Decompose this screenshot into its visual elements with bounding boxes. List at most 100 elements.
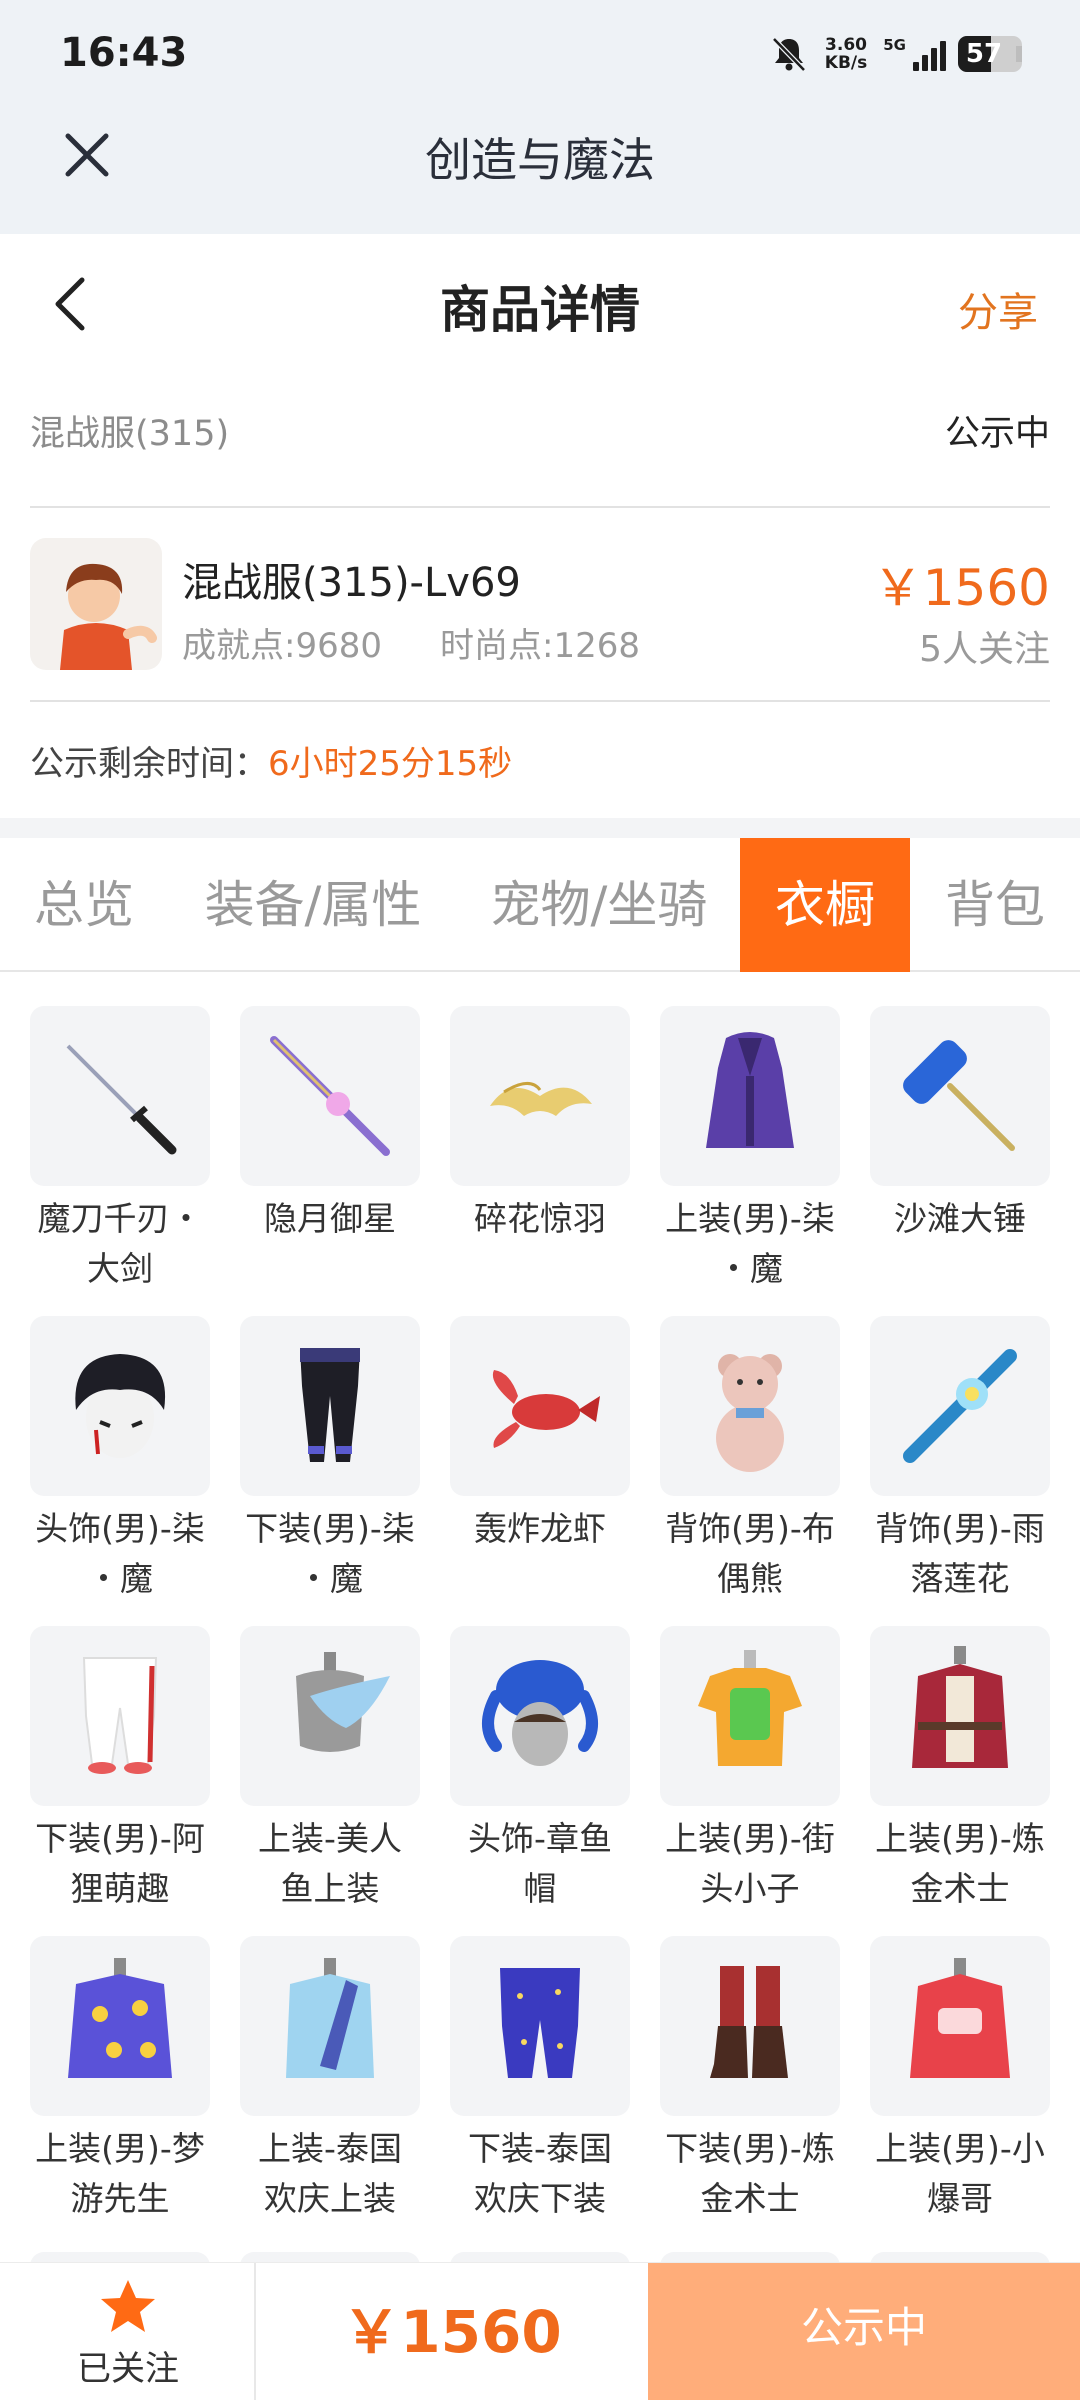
- status-button[interactable]: 公示中: [648, 2263, 1080, 2400]
- wardrobe-item[interactable]: 魔刀千刃・ 大剑: [30, 1006, 210, 1298]
- wardrobe-item-label-line: 偶熊: [717, 1559, 783, 1598]
- wardrobe-item-label: 上装-泰国 欢庆上装: [224, 2124, 436, 2224]
- section-gap: [0, 818, 1080, 838]
- remaining-time: 公示剩余时间：6小时25分15秒: [30, 736, 512, 785]
- wardrobe-item-label: 上装(男)-梦 游先生: [14, 2124, 226, 2224]
- thai-top-icon: [240, 1936, 420, 2116]
- share-button[interactable]: 分享: [958, 280, 1038, 338]
- wardrobe-item-label: 轰炸龙虾: [434, 1504, 646, 1554]
- wardrobe-item[interactable]: 头饰(男)-柒 ・魔: [30, 1316, 210, 1608]
- wardrobe-item-label: 头饰-章鱼帽: [434, 1814, 646, 1914]
- wardrobe-item-label-line: 帽: [523, 1869, 557, 1908]
- wardrobe-item-label-line: 大剑: [87, 1249, 153, 1288]
- wardrobe-item[interactable]: 上装(男)-梦 游先生: [30, 1936, 210, 2228]
- wardrobe-item-label-line: 鱼上装: [280, 1869, 380, 1908]
- pajama-top-icon: [30, 1936, 210, 2116]
- remaining-time-value: 6小时25分15秒: [268, 744, 513, 784]
- network-speed-value: 3.60: [825, 35, 867, 55]
- follow-label: 已关注: [77, 2349, 179, 2389]
- wardrobe-item[interactable]: 碎花惊羽: [450, 1006, 630, 1298]
- tab-overview[interactable]: 总览: [0, 838, 168, 972]
- wardrobe-item-label-line: 游先生: [70, 2179, 170, 2218]
- wardrobe-item-label-line: 背饰(男)-布: [665, 1509, 835, 1548]
- dark-hair-icon: [30, 1316, 210, 1496]
- tab-equipment[interactable]: 装备/属性: [168, 838, 458, 972]
- wardrobe-item-label: 背饰(男)-布 偶熊: [644, 1504, 856, 1604]
- wardrobe-item[interactable]: 上装-泰国 欢庆上装: [240, 1936, 420, 2228]
- wardrobe-item-label-line: 金术士: [700, 2179, 800, 2218]
- bottom-price: ￥1560: [342, 2298, 562, 2366]
- wardrobe-item-label: 上装(男)-街 头小子: [644, 1814, 856, 1914]
- wardrobe-item-label-line: 狸萌趣: [70, 1869, 170, 1908]
- wardrobe-item-label: 上装(男)-柒 ・魔: [644, 1194, 856, 1294]
- follow-button[interactable]: 已关注: [0, 2263, 256, 2400]
- wardrobe-item[interactable]: 头饰-章鱼帽: [450, 1626, 630, 1918]
- wardrobe-item-label-line: 隐月御星: [264, 1199, 396, 1238]
- wardrobe-item-label-line: 沙滩大锤: [894, 1199, 1026, 1238]
- wardrobe-item[interactable]: 隐月御星: [240, 1006, 420, 1298]
- star-icon: [101, 2280, 155, 2332]
- status-indicators: 3.60 KB/s 5G 57: [769, 32, 1022, 76]
- wardrobe-item[interactable]: 上装(男)-柒 ・魔: [660, 1006, 840, 1298]
- wardrobe-item-label: 碎花惊羽: [434, 1194, 646, 1244]
- wardrobe-item-label: 隐月御星: [224, 1194, 436, 1244]
- white-pants-icon: [30, 1626, 210, 1806]
- wardrobe-item-label: 魔刀千刃・ 大剑: [14, 1194, 226, 1294]
- wardrobe-item-label-line: 下装(男)-阿: [35, 1819, 205, 1858]
- octopus-hat-icon: [450, 1626, 630, 1806]
- teddy-bear-icon: [660, 1316, 840, 1496]
- wardrobe-item-label: 下装(男)-阿 狸萌趣: [14, 1814, 226, 1914]
- follower-count: 5人关注: [919, 629, 1050, 670]
- tab-wardrobe[interactable]: 衣橱: [740, 838, 910, 972]
- listing-status: 公示中: [944, 413, 1050, 454]
- lotus-umbrella-icon: [870, 1316, 1050, 1496]
- wardrobe-item-label-line: 上装(男)-炼: [875, 1819, 1045, 1858]
- network-speed-unit: KB/s: [824, 53, 868, 73]
- wardrobe-item[interactable]: 上装(男)-炼 金术士: [870, 1626, 1050, 1918]
- wardrobe-item[interactable]: 背饰(男)-雨 落莲花: [870, 1316, 1050, 1608]
- bell-muted-icon: [771, 37, 806, 72]
- wardrobe-item[interactable]: 下装-泰国 欢庆下装: [450, 1936, 630, 2228]
- character-name: 混战服(315)-Lv69: [182, 560, 521, 606]
- wardrobe-item-label: 下装(男)-柒 ・魔: [224, 1504, 436, 1604]
- wardrobe-item[interactable]: 下装(男)-阿 狸萌趣: [30, 1626, 210, 1918]
- battery-icon: 57: [958, 36, 1022, 72]
- katana-icon: [30, 1006, 210, 1186]
- bottom-bar: 已关注 ￥1560 公示中: [0, 2262, 1080, 2400]
- wardrobe-item-label-line: 头小子: [700, 1869, 800, 1908]
- network-speed: 3.60 KB/s: [825, 36, 867, 72]
- network-type: 5G: [883, 36, 906, 54]
- wardrobe-item[interactable]: 轰炸龙虾: [450, 1316, 630, 1608]
- wardrobe-item[interactable]: 上装(男)-街 头小子: [660, 1626, 840, 1918]
- wardrobe-item[interactable]: 下装(男)-炼 金术士: [660, 1936, 840, 2228]
- divider: [30, 506, 1050, 508]
- purple-coat-icon: [660, 1006, 840, 1186]
- golden-wings-icon: [450, 1006, 630, 1186]
- wardrobe-item[interactable]: 沙滩大锤: [870, 1006, 1050, 1298]
- remaining-time-label: 公示剩余时间：: [30, 744, 268, 784]
- server-row: 混战服(315) 公示中: [30, 400, 1050, 460]
- wardrobe-item-label-line: 头饰-章鱼: [468, 1819, 612, 1858]
- tab-pets[interactable]: 宠物/坐骑: [458, 838, 740, 972]
- wardrobe-item[interactable]: 上装-美人 鱼上装: [240, 1626, 420, 1918]
- battery-level: 57: [965, 39, 1003, 69]
- wardrobe-item-label-line: 爆哥: [927, 2179, 993, 2218]
- wardrobe-item-label-line: 金术士: [910, 1869, 1010, 1908]
- red-hoodie-icon: [870, 1936, 1050, 2116]
- wardrobe-item[interactable]: 背饰(男)-布 偶熊: [660, 1316, 840, 1608]
- tab-backpack[interactable]: 背包: [910, 838, 1080, 972]
- character-summary[interactable]: 混战服(315)-Lv69 成就点:9680 时尚点:1268 ￥1560 5人…: [30, 530, 1050, 680]
- star-pants-icon: [450, 1936, 630, 2116]
- alchemist-coat-icon: [870, 1626, 1050, 1806]
- wardrobe-item-label-line: 上装(男)-梦: [35, 2129, 205, 2168]
- signal-indicator: 5G: [883, 37, 946, 71]
- status-time: 16:43: [60, 30, 188, 76]
- wardrobe-item-label-line: 欢庆下装: [474, 2179, 606, 2218]
- wardrobe-item-label-line: 上装(男)-柒: [665, 1199, 835, 1238]
- app-screen: 16:43 3.60 KB/s 5G 57 创造与魔法 商品详情 分享 混战服(…: [0, 0, 1080, 2400]
- wardrobe-item[interactable]: 下装(男)-柒 ・魔: [240, 1316, 420, 1608]
- wardrobe-item-label-line: ・魔: [297, 1559, 363, 1598]
- wardrobe-item[interactable]: 上装(男)-小 爆哥: [870, 1936, 1050, 2228]
- character-stats: 成就点:9680 时尚点:1268: [182, 618, 698, 667]
- page-title: 商品详情: [440, 281, 640, 339]
